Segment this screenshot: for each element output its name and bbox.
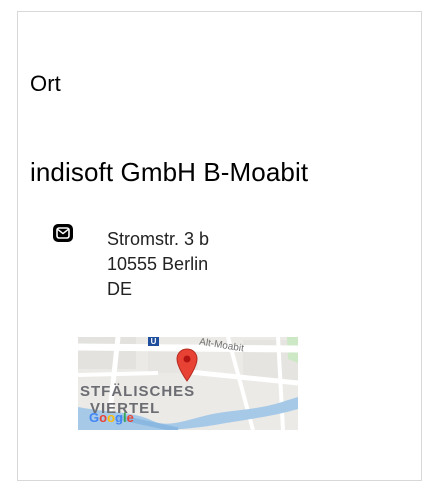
address-city: 10555 Berlin: [107, 254, 209, 274]
address-street: Stromstr. 3 b: [107, 229, 210, 249]
mail-icon: [53, 224, 73, 242]
address-country: DE: [107, 279, 133, 299]
address-block: Stromstr. 3 b 10555 Berlin DE: [107, 227, 367, 302]
location-map[interactable]: U Alt-Moabit STFÄLISCHES VIERTEL Google: [78, 337, 298, 430]
location-name: indisoft GmbH B-Moabit: [30, 157, 309, 187]
map-pin-icon: [176, 348, 198, 382]
map-district-label-1: STFÄLISCHES: [80, 383, 196, 400]
subway-station-icon: U: [148, 337, 159, 346]
section-title: Ort: [30, 71, 61, 96]
google-logo: Google: [89, 410, 134, 425]
